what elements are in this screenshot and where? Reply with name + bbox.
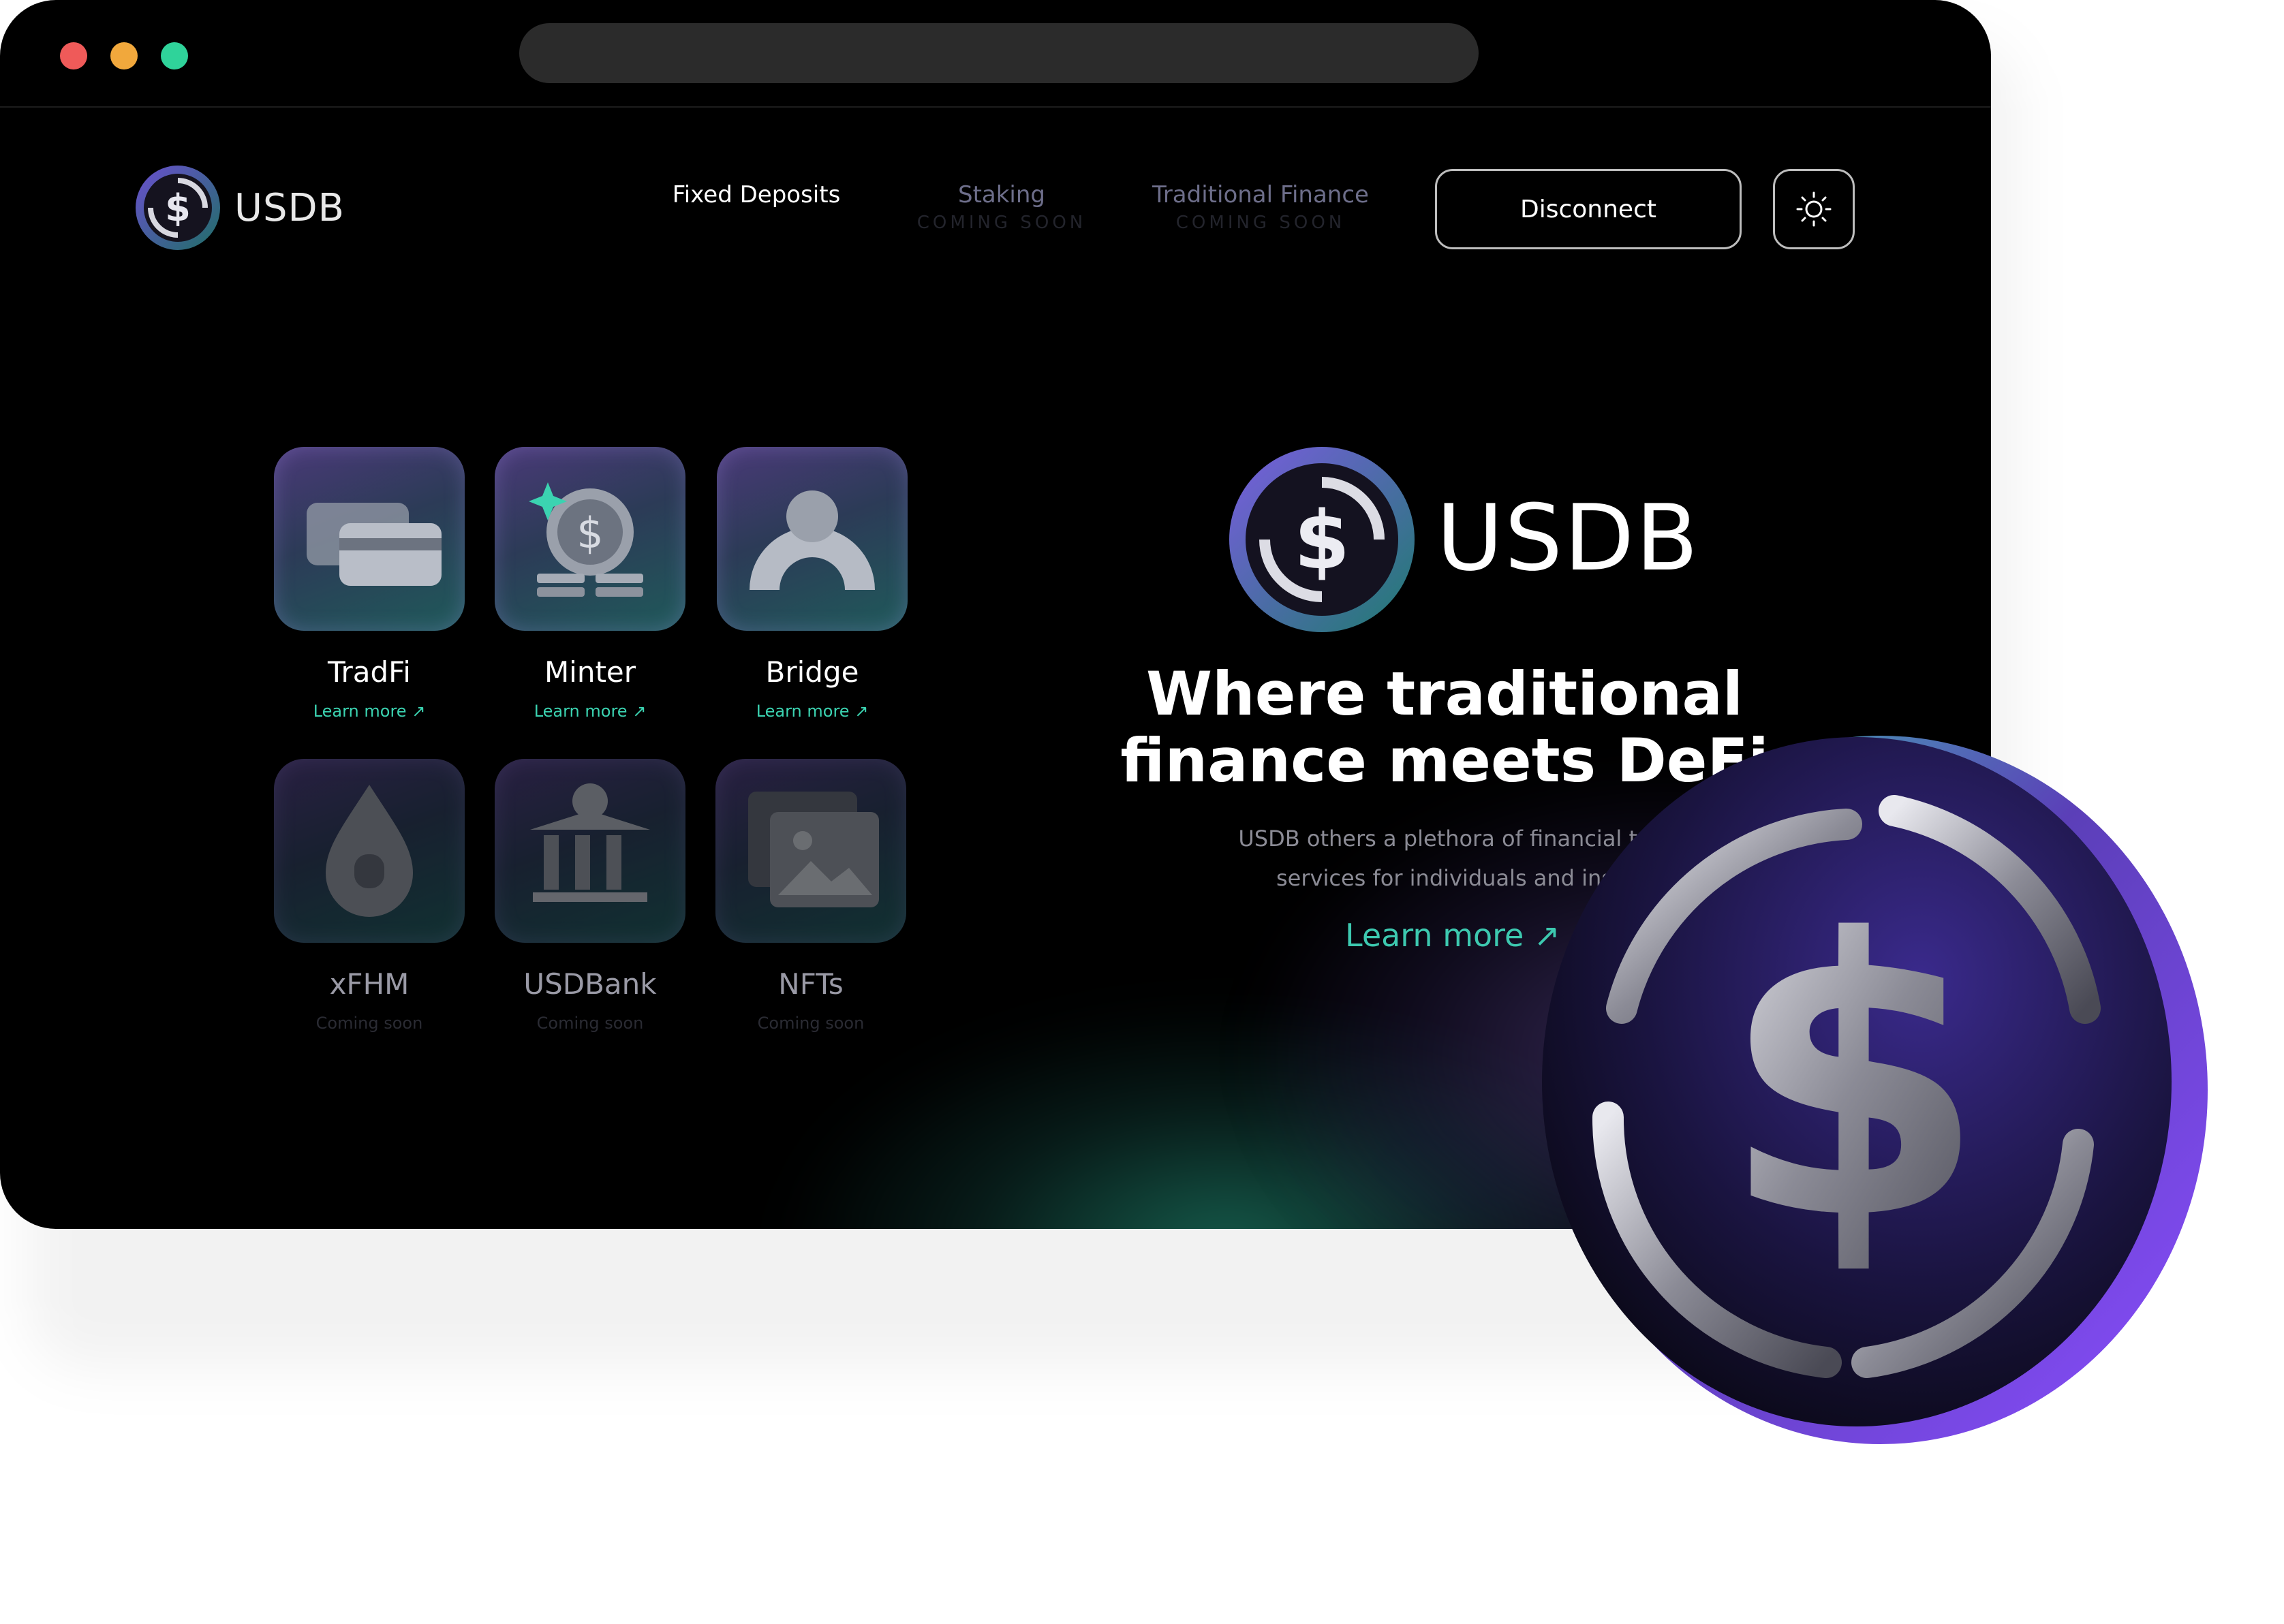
nav-traditional-finance[interactable]: Traditional Finance COMING SOON <box>1131 181 1390 233</box>
brand-logo[interactable]: $ USDB <box>134 163 345 252</box>
tile-bridge-learn-more[interactable]: Learn more ↗ <box>703 702 921 721</box>
tile-tradfi[interactable] <box>274 447 465 631</box>
tile-bridge-label: Bridge <box>765 655 859 689</box>
tile-minter-learn-more[interactable]: Learn more ↗ <box>481 702 699 721</box>
tile-nfts-label: NFTs <box>778 967 844 1001</box>
tile-usdbank-coming-soon: Coming soon <box>536 1014 644 1033</box>
minimize-window-button[interactable] <box>110 42 138 69</box>
tile-nfts-coming-soon: Coming soon <box>757 1014 865 1033</box>
usdb-hero-logo-icon: $ <box>1229 447 1415 632</box>
tile-tradfi-label: TradFi <box>328 655 411 689</box>
address-bar[interactable] <box>519 23 1479 83</box>
coin-stack-icon: $ <box>529 482 643 597</box>
nav-traditional-finance-coming-soon: COMING SOON <box>1175 213 1346 233</box>
tile-usdbank <box>495 759 685 943</box>
theme-toggle-button[interactable] <box>1773 169 1855 249</box>
svg-text:$: $ <box>165 187 191 230</box>
tile-xfhm-coming-soon: Coming soon <box>315 1014 423 1033</box>
hero-brand-name: USDB <box>1436 485 1700 591</box>
bank-icon <box>530 783 650 902</box>
tile-xfhm-label: xFHM <box>329 967 410 1001</box>
close-window-button[interactable] <box>60 42 87 69</box>
tile-xfhm <box>274 759 465 943</box>
tile-minter-label: Minter <box>544 655 636 689</box>
tile-minter[interactable]: $ <box>495 447 685 631</box>
image-icon <box>748 792 879 907</box>
tile-bridge[interactable] <box>717 447 908 631</box>
svg-text:$: $ <box>1294 493 1350 587</box>
drop-icon <box>326 785 413 917</box>
nav-staking[interactable]: Staking COMING SOON <box>899 181 1104 233</box>
svg-text:$: $ <box>1720 859 1986 1303</box>
maximize-window-button[interactable] <box>161 42 188 69</box>
nav-staking-label: Staking <box>957 181 1045 208</box>
tile-nfts <box>715 759 906 943</box>
sun-icon <box>1796 191 1832 227</box>
title-bar <box>0 0 1991 108</box>
bridge-icon <box>750 490 875 590</box>
svg-text:$: $ <box>576 508 603 558</box>
brand-name: USDB <box>234 185 345 230</box>
tile-usdbank-label: USDBank <box>523 967 657 1001</box>
nav-staking-coming-soon: COMING SOON <box>916 213 1087 233</box>
cards-icon <box>307 503 442 586</box>
nav-fixed-deposits[interactable]: Fixed Deposits <box>654 181 859 208</box>
nav-fixed-deposits-label: Fixed Deposits <box>672 181 841 208</box>
usdb-coin-icon: $ <box>1542 736 2208 1444</box>
usdb-logo-icon: $ <box>136 166 220 250</box>
tile-tradfi-learn-more[interactable]: Learn more ↗ <box>260 702 478 721</box>
nav-traditional-finance-label: Traditional Finance <box>1152 181 1369 208</box>
disconnect-button[interactable]: Disconnect <box>1435 169 1742 249</box>
